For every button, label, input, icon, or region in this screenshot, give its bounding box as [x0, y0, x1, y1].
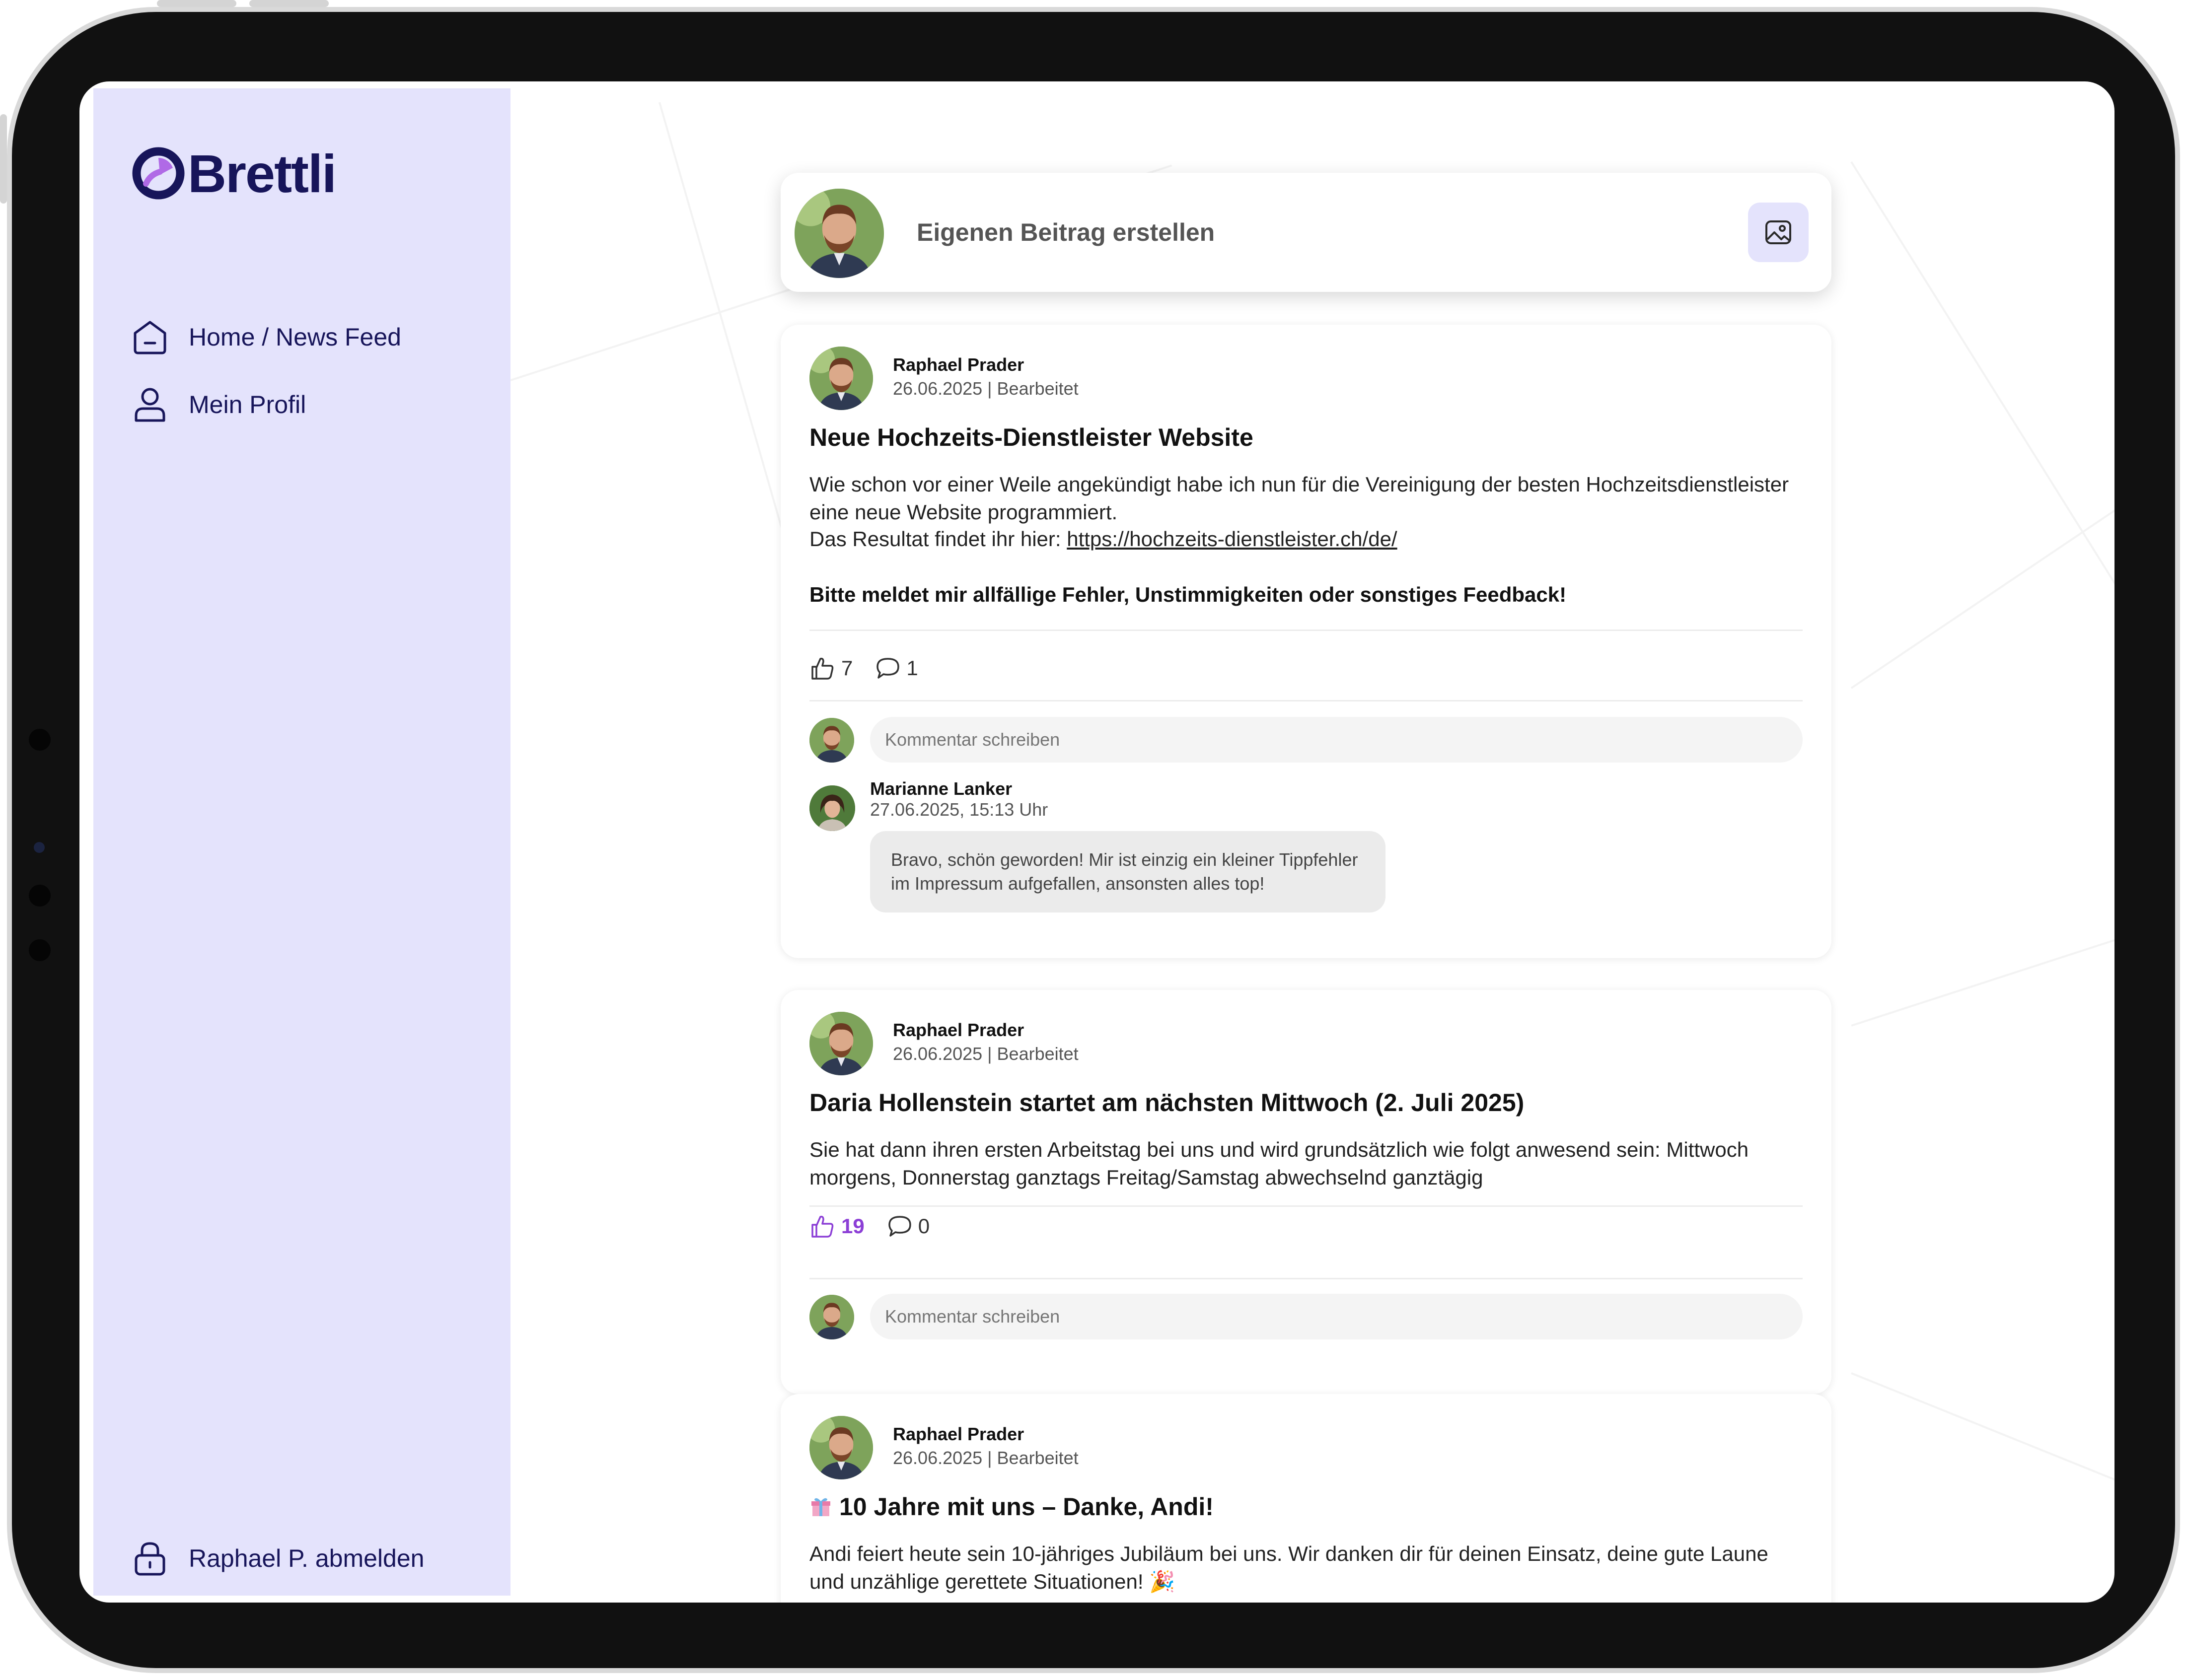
comment-time: 27.06.2025, 15:13 Uhr	[870, 799, 1048, 820]
background-line	[1850, 492, 2114, 689]
sidebar-item-label: Home / News Feed	[189, 323, 401, 351]
add-image-button[interactable]	[1748, 203, 1809, 262]
logout-button[interactable]: Raphael P. abmelden	[131, 1536, 424, 1581]
lock-icon	[135, 1542, 165, 1576]
avatar	[809, 1416, 873, 1479]
sidebar-item-label: Mein Profil	[189, 391, 306, 419]
image-icon	[1765, 220, 1791, 244]
post-card: Raphael Prader 26.06.2025 | Bearbeitet 1…	[781, 1394, 1831, 1603]
post-body: Andi feiert heute sein 10-jähriges Jubil…	[809, 1542, 1768, 1593]
post-author[interactable]: Raphael Prader	[893, 1424, 1024, 1445]
post-card: Raphael Prader 26.06.2025 | Bearbeitet D…	[781, 990, 1831, 1394]
device-top-button	[249, 0, 329, 7]
device-top-button	[157, 0, 236, 7]
comment-button[interactable]: 0	[886, 1213, 930, 1240]
post-link-line: Das Resultat findet ihr hier: https://ho…	[809, 525, 1803, 553]
post-link-prefix: Das Resultat findet ihr hier:	[809, 527, 1067, 551]
post-author[interactable]: Raphael Prader	[893, 354, 1024, 375]
post-meta: 26.06.2025 | Bearbeitet	[893, 1448, 1079, 1468]
thumbs-up-icon	[811, 1215, 834, 1238]
post-title: Daria Hollenstein startet am nächsten Mi…	[809, 1089, 1525, 1117]
like-button[interactable]: 7	[809, 655, 853, 682]
divider	[809, 630, 1803, 631]
screen: Brettli Home / News Feed Mein Profil Rap…	[79, 81, 2114, 1603]
post-title: 10 Jahre mit uns – Danke, Andi!	[809, 1492, 1214, 1521]
composer-placeholder[interactable]: Eigenen Beitrag erstellen	[917, 173, 1215, 292]
post-actions: 19 0	[809, 1211, 951, 1241]
thumbs-up-icon	[811, 657, 834, 680]
avatar	[809, 785, 855, 831]
sidebar-item-profile[interactable]: Mein Profil	[131, 382, 306, 427]
user-icon	[135, 388, 165, 422]
post-author[interactable]: Raphael Prader	[893, 1020, 1024, 1041]
comment-icon	[876, 658, 900, 679]
like-button[interactable]: 19	[809, 1213, 865, 1240]
background-line	[1851, 1372, 2114, 1505]
post-link[interactable]: https://hochzeits-dienstleister.ch/de/	[1067, 527, 1397, 551]
comment-icon	[888, 1216, 911, 1237]
logo-text: Brettli	[188, 143, 337, 204]
device-side-button	[0, 114, 7, 204]
comment-button[interactable]: 1	[875, 655, 918, 682]
comment-composer	[809, 717, 1803, 765]
avatar	[809, 1012, 873, 1075]
post-meta: 26.06.2025 | Bearbeitet	[893, 378, 1079, 399]
comment-count: 0	[918, 1214, 930, 1238]
post-title-text: 10 Jahre mit uns – Danke, Andi!	[839, 1493, 1214, 1521]
home-icon	[134, 321, 166, 354]
sidebar: Brettli Home / News Feed Mein Profil Rap…	[93, 88, 510, 1596]
post-card: Raphael Prader 26.06.2025 | Bearbeitet N…	[781, 325, 1831, 958]
like-count: 7	[841, 656, 853, 680]
post-composer[interactable]: Eigenen Beitrag erstellen	[781, 173, 1831, 292]
post-highlight: Bitte meldet mir allfällige Fehler, Unst…	[809, 583, 1567, 606]
background-line	[1850, 161, 2114, 668]
avatar	[809, 347, 873, 410]
comment-composer	[809, 1294, 1803, 1341]
divider	[809, 700, 1803, 701]
gift-icon	[811, 1498, 830, 1516]
logout-label: Raphael P. abmelden	[189, 1544, 425, 1572]
post-body: Wie schon vor einer Weile angekündigt ha…	[809, 473, 1789, 524]
device-camera	[29, 729, 51, 751]
comment-text: Bravo, schön geworden! Mir ist einzig ei…	[870, 831, 1385, 912]
divider	[809, 1205, 1803, 1207]
device-sensor	[29, 939, 51, 961]
comment-input[interactable]	[870, 1294, 1803, 1339]
logo-mark-icon	[132, 147, 185, 200]
comment-author[interactable]: Marianne Lanker	[870, 778, 1012, 799]
divider	[809, 1278, 1803, 1279]
comment-input[interactable]	[870, 717, 1803, 763]
post-meta: 26.06.2025 | Bearbeitet	[893, 1044, 1079, 1064]
avatar	[795, 189, 884, 278]
like-count: 19	[841, 1214, 865, 1238]
post-body: Sie hat dann ihren ersten Arbeitstag bei…	[809, 1138, 1749, 1189]
device-sensor	[29, 885, 51, 907]
post-title: Neue Hochzeits-Dienstleister Website	[809, 423, 1253, 451]
avatar	[809, 1295, 854, 1339]
post-actions: 7 1	[809, 653, 940, 683]
device-sensor	[34, 842, 45, 853]
avatar	[809, 718, 854, 763]
comment-count: 1	[906, 656, 918, 680]
background-line	[1851, 917, 2114, 1027]
brettli-logo[interactable]: Brettli	[131, 143, 337, 204]
comment: Marianne Lanker 27.06.2025, 15:13 Uhr Br…	[809, 778, 1803, 927]
sidebar-item-home[interactable]: Home / News Feed	[131, 315, 401, 359]
